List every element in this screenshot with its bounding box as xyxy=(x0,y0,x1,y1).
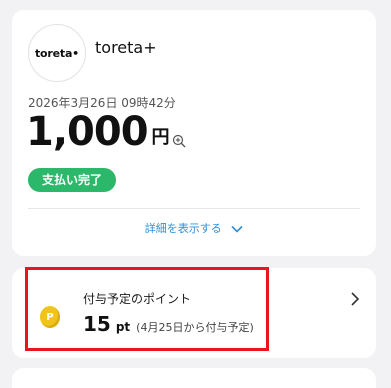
payment-amount: 1,000 xyxy=(26,109,149,155)
merchant-logo: toreta• xyxy=(28,24,86,82)
payment-status-badge: 支払い完了 xyxy=(28,168,117,192)
chevron-down-icon xyxy=(231,225,243,233)
show-details-link[interactable]: 詳細を表示する xyxy=(12,220,376,236)
amount-row: 1,000 円 xyxy=(26,106,186,158)
highlight-box xyxy=(25,267,269,351)
show-details-label: 詳細を表示する xyxy=(144,222,222,235)
merchant-name: toreta+ xyxy=(95,38,157,57)
next-card xyxy=(12,368,376,388)
currency-label: 円 xyxy=(151,127,170,148)
merchant-logo-text: toreta• xyxy=(34,46,79,60)
chevron-right-icon[interactable] xyxy=(350,291,360,307)
payment-summary-card: toreta• toreta+ 2026年3月26日 09時42分 1,000 … xyxy=(12,10,376,256)
divider xyxy=(28,208,360,209)
zoom-in-icon[interactable] xyxy=(172,134,186,148)
